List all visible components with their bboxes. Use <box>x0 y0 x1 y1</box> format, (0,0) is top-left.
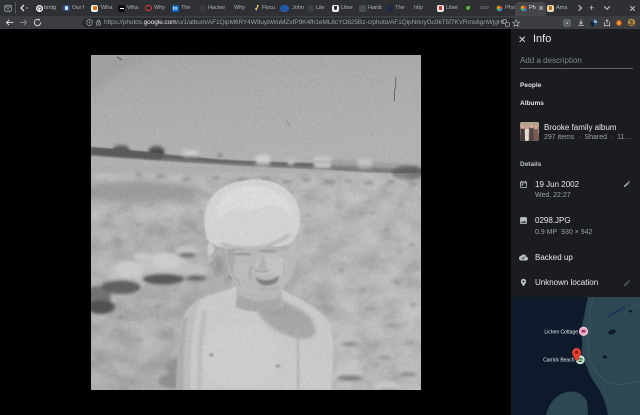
svg-text:Lichen Cottage: Lichen Cottage <box>544 330 578 336</box>
svg-text:Carrick Beach: Carrick Beach <box>543 358 575 364</box>
